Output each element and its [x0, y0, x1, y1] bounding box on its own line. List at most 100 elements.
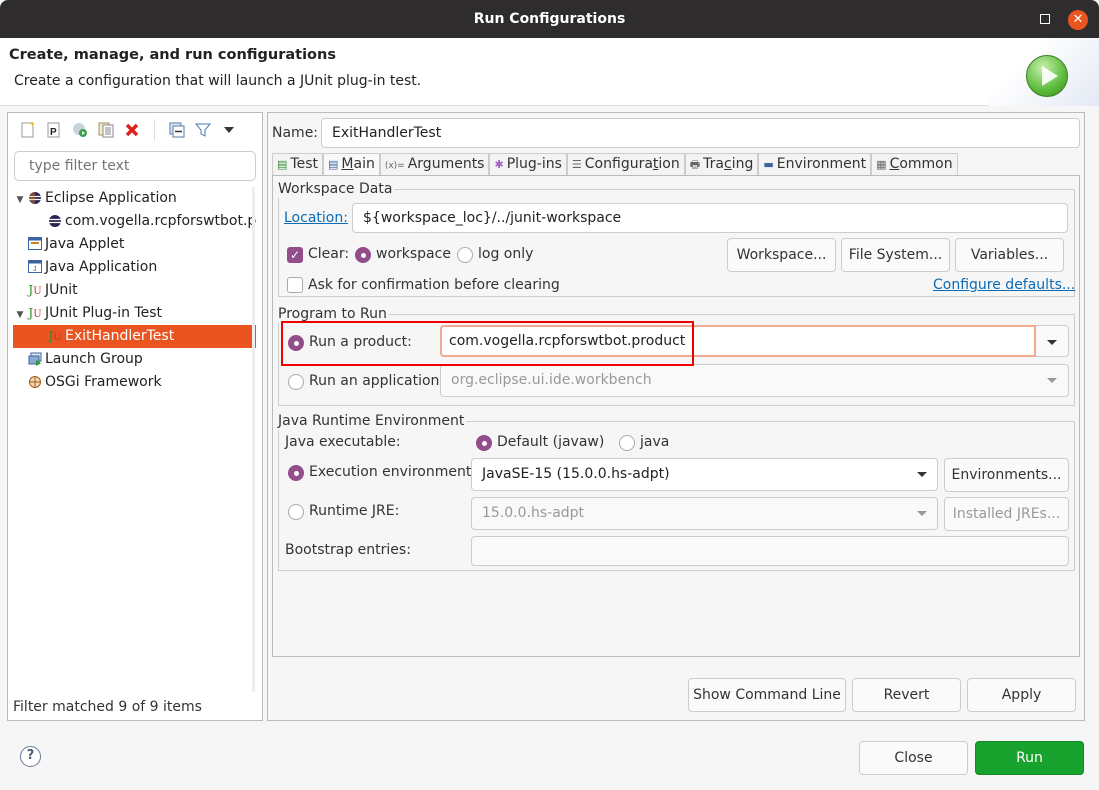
view-menu-icon[interactable] — [219, 120, 239, 140]
test-tab-icon: ▤ — [277, 158, 288, 171]
ask-confirmation-checkbox[interactable] — [287, 277, 303, 293]
help-icon[interactable]: ? — [20, 746, 41, 767]
workspace-button[interactable]: Workspace... — [727, 238, 836, 272]
runtime-jre-label: Runtime JRE: — [309, 503, 400, 519]
execution-environment-label: Execution environment: — [309, 464, 477, 480]
java-executable-label: Java executable: — [285, 434, 401, 450]
tree-item-java-applet[interactable]: Java Applet — [13, 233, 256, 256]
tree-item-label: Launch Group — [45, 351, 143, 367]
tab-environment[interactable]: ▬ Environment — [758, 153, 872, 175]
chevron-down-icon — [917, 472, 927, 477]
tab-plugins[interactable]: ✱ Plug-ins — [489, 153, 567, 175]
runtime-jre-combo[interactable]: 15.0.0.hs-adpt — [471, 497, 938, 530]
execution-environment-radio[interactable] — [288, 465, 304, 481]
tree-item-label: Java Applet — [45, 236, 125, 252]
tree-item-label: Eclipse Application — [45, 190, 177, 206]
collapse-all-icon[interactable] — [167, 120, 187, 140]
plugins-tab-icon: ✱ — [494, 158, 504, 171]
log-only-label: log only — [478, 246, 534, 262]
environments-button[interactable]: Environments... — [944, 458, 1069, 492]
default-javaw-radio[interactable] — [476, 435, 492, 451]
apply-button[interactable]: Apply — [967, 678, 1076, 712]
clear-checkbox[interactable]: ✓ — [287, 247, 303, 263]
configure-defaults-link[interactable]: Configure defaults... — [933, 277, 1075, 293]
java-radio[interactable] — [619, 435, 635, 451]
tab-configuration[interactable]: ☰ Configuration — [566, 153, 685, 175]
new-prototype-icon[interactable]: P — [44, 120, 64, 140]
eclipse-icon — [47, 214, 63, 228]
file-system-button[interactable]: File System... — [841, 238, 950, 272]
arguments-tab-icon: (x)= — [384, 161, 405, 171]
workspace-radio-label: workspace — [376, 246, 451, 262]
chevron-down-icon — [917, 511, 927, 516]
tree-item-label: OSGi Framework — [45, 374, 162, 390]
show-command-line-button[interactable]: Show Command Line — [688, 678, 846, 712]
expand-arrow-icon[interactable]: ▼ — [13, 189, 27, 210]
tab-tracing[interactable]: 🖶 Tracing — [684, 153, 759, 175]
dialog-header: Create, manage, and run configurations C… — [0, 38, 1099, 106]
product-combo-dropdown[interactable] — [1036, 325, 1069, 357]
main-tab-icon: ▤ — [327, 158, 339, 171]
main-tab-content: Workspace Data Location: ${workspace_loc… — [272, 175, 1080, 657]
filter-icon[interactable] — [193, 120, 213, 140]
header-subtitle: Create a configuration that will launch … — [14, 73, 422, 89]
tree-item-osgi-framework[interactable]: OSGi Framework — [13, 371, 256, 394]
configuration-list-panel: P ▼ Eclipse Application com.vogella.rcpfo… — [7, 112, 263, 721]
tree-item-junit[interactable]: JU JUnit — [13, 279, 256, 302]
tree-item-exithandlertest[interactable]: JU ExitHandlerTest — [13, 325, 256, 348]
name-input[interactable]: ExitHandlerTest — [321, 118, 1080, 148]
location-input[interactable]: ${workspace_loc}/../junit-workspace — [352, 203, 1068, 233]
delete-icon[interactable] — [122, 120, 142, 140]
duplicate-icon[interactable] — [96, 120, 116, 140]
maximize-icon[interactable] — [1040, 14, 1050, 24]
tree-item-junit-plugin-test[interactable]: ▼ JU JUnit Plug-in Test — [13, 302, 256, 325]
run-application-radio[interactable] — [288, 374, 304, 390]
tab-main[interactable]: ▤ Main — [322, 153, 380, 175]
common-tab-icon: ▦ — [876, 158, 887, 171]
revert-button[interactable]: Revert — [852, 678, 961, 712]
junit-plugin-icon: JU — [48, 329, 62, 343]
log-only-radio[interactable] — [457, 247, 473, 263]
tab-common[interactable]: ▦ Common — [871, 153, 958, 175]
tree-item-label: Java Application — [45, 259, 158, 275]
chevron-down-icon — [1047, 378, 1057, 383]
ask-confirmation-label: Ask for confirmation before clearing — [308, 277, 560, 293]
filter-input[interactable] — [14, 151, 256, 181]
tree-item-java-application[interactable]: J Java Application — [13, 256, 256, 279]
close-icon[interactable]: ✕ — [1068, 10, 1088, 30]
tree-item-com-vogella[interactable]: com.vogella.rcpforswtbot.p — [13, 210, 256, 233]
variables-button[interactable]: Variables... — [955, 238, 1064, 272]
location-link[interactable]: Location: — [284, 210, 348, 226]
config-tabs: ▤ Test ▤ Main (x)= Arguments ✱ Plug-ins ☰ Con… — [272, 153, 958, 175]
tree-item-label: JUnit Plug-in Test — [45, 305, 163, 321]
tab-arguments[interactable]: (x)= Arguments — [379, 153, 490, 175]
svg-text:J: J — [33, 266, 37, 273]
jre-group-label: Java Runtime Environment — [278, 412, 467, 430]
highlight-box — [281, 321, 694, 366]
application-combo[interactable]: org.eclipse.ui.ide.workbench — [440, 364, 1069, 397]
header-title: Create, manage, and run configurations — [9, 47, 336, 63]
export-icon[interactable] — [70, 120, 90, 140]
runtime-jre-radio[interactable] — [288, 504, 304, 520]
configuration-editor: Name: ExitHandlerTest ▤ Test ▤ Main (x)= Ar… — [267, 112, 1085, 721]
execution-environment-combo[interactable]: JavaSE-15 (15.0.0.hs-adpt) — [471, 458, 938, 491]
bootstrap-entries-input[interactable] — [471, 536, 1069, 566]
new-config-icon[interactable] — [18, 120, 38, 140]
tab-test[interactable]: ▤ Test — [272, 153, 323, 175]
workspace-radio[interactable] — [355, 247, 371, 263]
tree-scrollbar[interactable] — [252, 187, 255, 692]
tree-item-eclipse-application[interactable]: ▼ Eclipse Application — [13, 187, 256, 210]
tree-item-launch-group[interactable]: Launch Group — [13, 348, 256, 371]
run-logo-icon — [1026, 55, 1068, 97]
jre-group: Java Runtime Environment Java executable… — [278, 412, 1075, 571]
tree-item-label: JUnit — [45, 282, 78, 298]
window-title: Run Configurations — [473, 11, 626, 27]
close-button[interactable]: Close — [859, 741, 968, 775]
java-app-icon: J — [27, 260, 43, 274]
junit-icon: JU — [28, 283, 42, 297]
expand-arrow-icon[interactable]: ▼ — [13, 304, 27, 325]
tree-item-label: ExitHandlerTest — [65, 328, 175, 344]
installed-jres-button[interactable]: Installed JREs... — [944, 497, 1069, 531]
osgi-icon — [27, 375, 43, 389]
run-button[interactable]: Run — [975, 741, 1084, 775]
